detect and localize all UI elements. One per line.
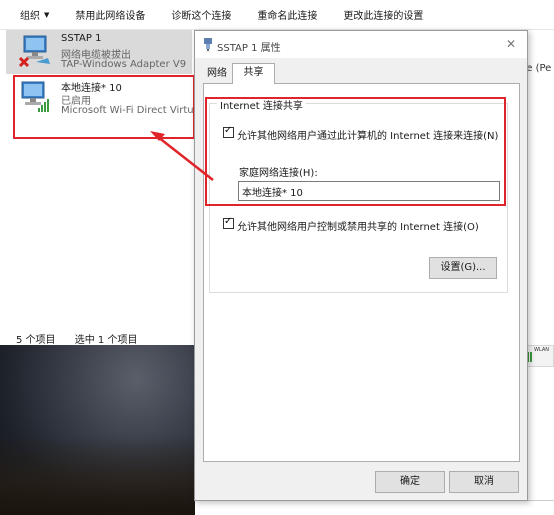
- annotation-highlight-box: [13, 75, 195, 139]
- organize-menu[interactable]: 组织 ▼: [20, 7, 50, 23]
- network-disconnected-icon: [18, 35, 50, 68]
- allow-control-checkbox[interactable]: [223, 216, 234, 229]
- tab-network[interactable]: 网络: [203, 65, 231, 83]
- disable-device-button[interactable]: 禁用此网络设备: [75, 7, 145, 22]
- dialog-title: SSTAP 1 属性: [217, 43, 281, 54]
- annotation-highlight-box: [205, 97, 506, 206]
- item-count: 5 个项目: [16, 335, 56, 346]
- chevron-down-icon: ▼: [44, 10, 50, 19]
- adapter-icon: [204, 38, 212, 51]
- connection-adapter: TAP-Windows Adapter V9: [61, 59, 187, 70]
- connection-name: SSTAP 1: [61, 33, 102, 44]
- dialog-titlebar[interactable]: SSTAP 1 属性 ✕: [195, 31, 527, 58]
- organize-label: 组织: [20, 11, 40, 22]
- diagnose-button[interactable]: 诊断这个连接: [171, 7, 231, 22]
- ok-button[interactable]: 确定: [375, 471, 445, 493]
- settings-button[interactable]: 设置(G)...: [429, 257, 497, 279]
- desktop-background: [0, 345, 195, 515]
- wlan-label: WLAN: [534, 347, 550, 353]
- selected-count: 选中 1 个项目: [74, 335, 138, 346]
- allow-control-label[interactable]: 允许其他网络用户控制或禁用共享的 Internet 连接(O): [237, 218, 479, 233]
- rename-button[interactable]: 重命名此连接: [257, 7, 317, 22]
- cancel-button[interactable]: 取消: [449, 471, 519, 493]
- command-toolbar: 组织 ▼ 禁用此网络设备 诊断这个连接 重命名此连接 更改此连接的设置: [0, 0, 554, 30]
- connection-item-sstap[interactable]: SSTAP 1 网络电缆被拔出 TAP-Windows Adapter V9: [6, 30, 192, 74]
- status-bar: 5 个项目 选中 1 个项目: [16, 331, 137, 346]
- close-icon[interactable]: ✕: [503, 36, 519, 52]
- change-settings-button[interactable]: 更改此连接的设置: [343, 7, 423, 22]
- tab-sharing[interactable]: 共享: [232, 63, 275, 84]
